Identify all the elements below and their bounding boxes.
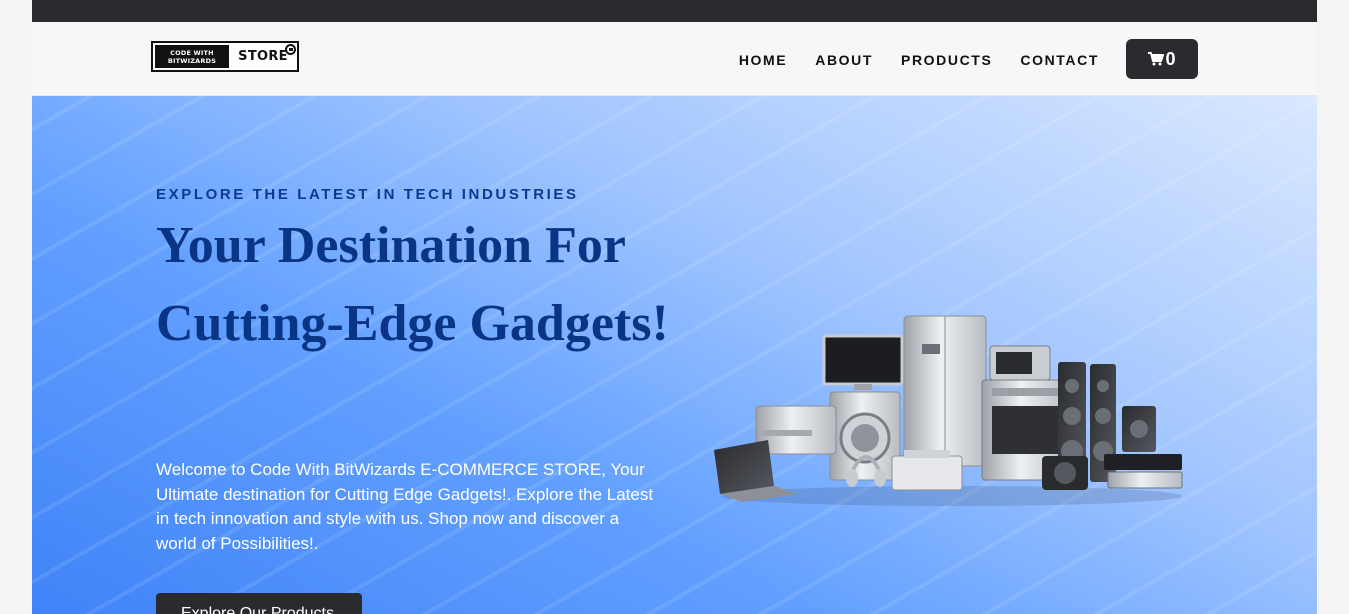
logo-line1: CODE WITH	[170, 48, 214, 57]
nav-products-link[interactable]: PRODUCTS	[901, 52, 992, 68]
store-logo[interactable]: CODE WITH BITWIZARDS STORE	[151, 41, 299, 72]
hero-section: EXPLORE THE LATEST IN TECH INDUSTRIES Yo…	[32, 96, 1317, 614]
logo-line2: BITWIZARDS	[167, 56, 217, 65]
nav-home-link[interactable]: HOME	[739, 52, 787, 68]
page-frame: CODE WITH BITWIZARDS STORE HOME ABOUT PR…	[32, 0, 1317, 614]
explore-products-button[interactable]: Explore Our Products	[156, 593, 362, 614]
cart-count: 0	[1165, 48, 1176, 69]
hero-headline: Your Destination For Cutting-Edge Gadget…	[156, 217, 669, 352]
main-menu: HOME ABOUT PRODUCTS CONTACT	[739, 52, 1099, 68]
hero-eyebrow: EXPLORE THE LATEST IN TECH INDUSTRIES	[156, 186, 579, 203]
logo-store-text: STORE	[229, 44, 297, 64]
shopping-cart-icon	[1148, 52, 1165, 66]
nav-about-link[interactable]: ABOUT	[815, 52, 873, 68]
logo-badge: CODE WITH BITWIZARDS	[155, 45, 229, 68]
logo-store-label: STORE	[238, 49, 288, 64]
logo-cart-icon	[285, 44, 296, 55]
electronics-products-image	[714, 315, 1183, 506]
navbar: CODE WITH BITWIZARDS STORE HOME ABOUT PR…	[32, 22, 1317, 96]
hero-description: Welcome to Code With BitWizards E-COMMER…	[156, 460, 654, 553]
nav-contact-link[interactable]: CONTACT	[1020, 52, 1099, 68]
top-bar	[32, 0, 1317, 22]
cart-button[interactable]: 0	[1126, 39, 1198, 79]
